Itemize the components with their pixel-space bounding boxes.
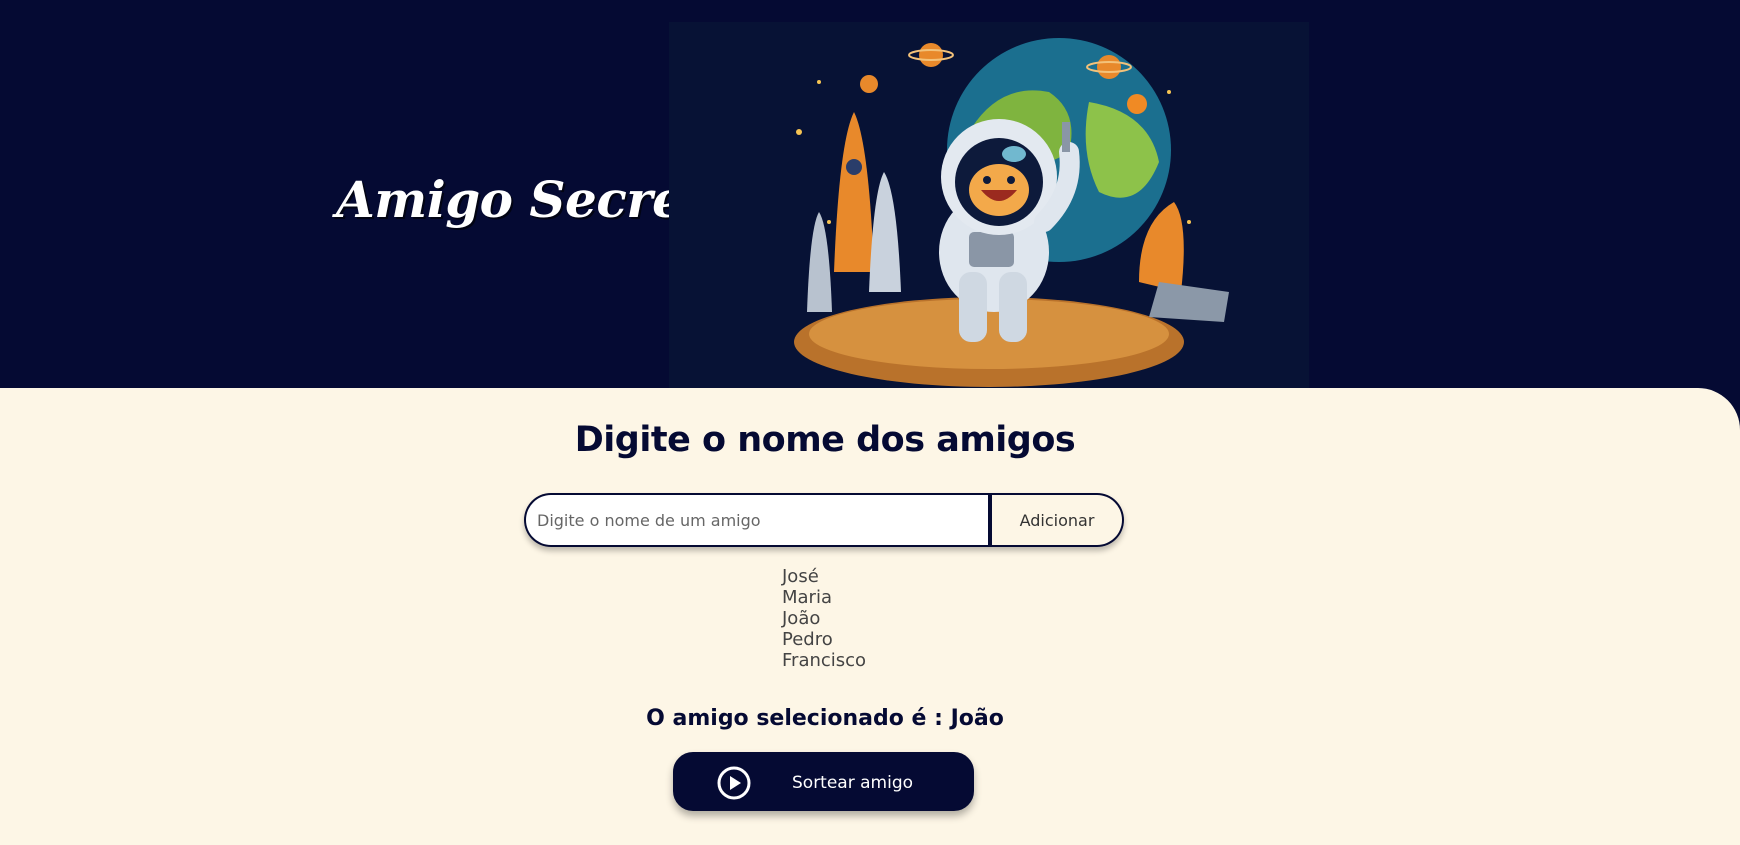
list-item: João xyxy=(782,608,821,629)
hero-image xyxy=(669,22,1309,390)
main-panel: Digite o nome dos amigos Adicionar José … xyxy=(0,388,1740,845)
list-item: Maria xyxy=(782,587,832,608)
list-item: José xyxy=(782,566,819,587)
header: Amigo Secreto xyxy=(0,0,1740,390)
draw-friend-button[interactable]: Sortear amigo xyxy=(673,752,974,811)
list-item: Francisco xyxy=(782,650,867,671)
friend-name-input[interactable] xyxy=(524,493,988,547)
result-text: O amigo selecionado é : João xyxy=(646,706,1004,731)
friend-list: José Maria João Pedro Francisco xyxy=(782,566,866,671)
add-friend-form: Adicionar xyxy=(524,493,1124,547)
list-item: Pedro xyxy=(782,629,833,650)
draw-button-label: Sortear amigo xyxy=(792,773,914,793)
section-heading: Digite o nome dos amigos xyxy=(574,420,1076,460)
add-button[interactable]: Adicionar xyxy=(988,493,1124,547)
play-circle-icon xyxy=(717,766,751,800)
